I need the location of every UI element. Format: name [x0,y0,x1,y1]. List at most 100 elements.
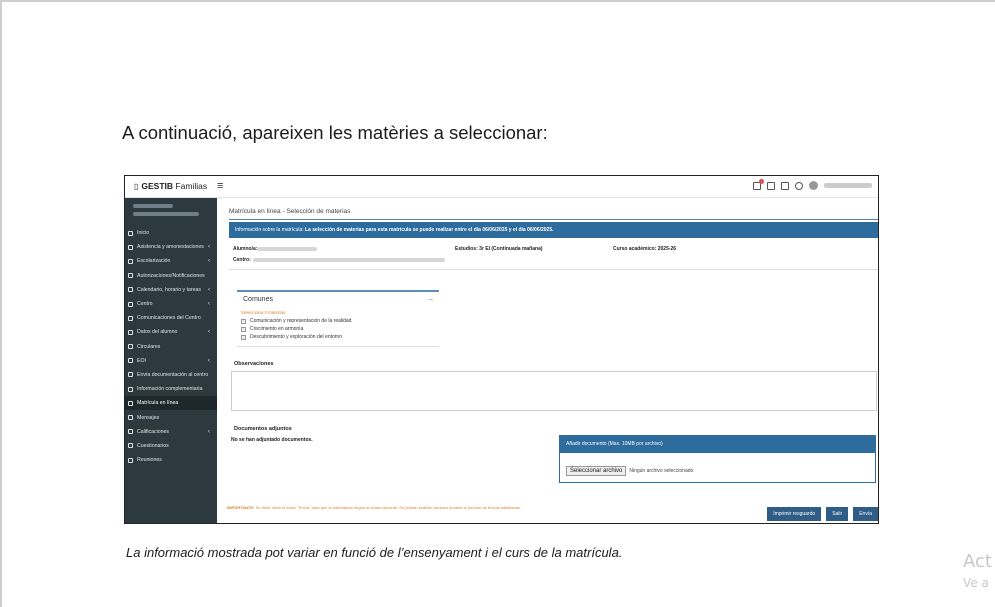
chevron-left-icon: ‹ [208,244,210,251]
chevron-left-icon: ‹ [208,357,210,364]
sidebar-item[interactable]: Mensajes [125,410,217,424]
sidebar-item-label: Centro [137,301,153,308]
sidebar-item[interactable]: Matrícula en línea [125,396,217,411]
sidebar-item-label: Asistencia y amonestaciones [137,244,204,251]
logo-icon: ▯ [134,182,139,191]
action-buttons: Imprimir resguardo Salir Envía [767,507,878,521]
subject-option[interactable]: Descubrimiento y exploración del entorno [241,334,342,340]
document-caption: La informació mostrada pot variar en fun… [126,545,623,560]
watermark-line-1: Act [963,551,992,572]
sidebar-item[interactable]: EOI ‹ [125,354,217,368]
chevron-left-icon: ‹ [208,286,210,293]
embedded-screenshot: ▯ GESTIB Familias ≡ Inicio Asistencia y am… [124,175,879,524]
sidebar-item-icon [128,429,133,435]
subject-option[interactable]: Comunicación y representación de la real… [241,318,351,324]
redacted-user-name [133,204,173,208]
documentos-label: Documentos adjuntos [234,426,292,432]
sidebar-item[interactable]: Envía documentación al centro [125,368,217,382]
subject-checkbox[interactable] [241,326,246,332]
redacted-student-name [257,247,317,251]
sidebar-item-icon [128,329,133,335]
sidebar-item-label: Calificaciones [137,428,170,435]
subject-checkbox[interactable] [241,334,246,340]
collapse-icon[interactable]: – [429,295,433,304]
no-file-text: Ningún archivo seleccionado [629,468,694,474]
sidebar-item-icon [128,258,133,264]
sidebar-menu: Inicio Asistencia y amonestaciones ‹ Escola… [125,226,217,467]
notifications-icon[interactable] [753,178,764,190]
chevron-left-icon: ‹ [208,428,210,435]
chevron-left-icon: ‹ [208,258,210,265]
sidebar-item-label: Circulares [137,343,161,350]
print-receipt-button[interactable]: Imprimir resguardo [767,507,822,521]
redacted-centre-name [253,258,445,262]
sidebar: Inicio Asistencia y amonestaciones ‹ Escola… [125,198,217,523]
sidebar-item[interactable]: Asistencia y amonestaciones ‹ [125,240,217,254]
user-avatar[interactable] [809,181,818,190]
upload-header: Añadir documento (Max. 10MB por archivo) [560,436,875,453]
no-documents-text: No se han adjuntado documentos. [231,437,313,443]
hamburger-menu-icon[interactable]: ≡ [217,180,223,192]
sidebar-item[interactable]: Inicio [125,226,217,240]
sidebar-item-icon [128,457,133,463]
sidebar-item[interactable]: Cuestionarios [125,439,217,453]
sidebar-item[interactable]: Escolarización ‹ [125,254,217,268]
sidebar-item[interactable]: Información complementaria [125,382,217,396]
breadcrumb: Matrícula en línea - Selección de materi… [229,208,351,215]
select-hint: Selecciona 3 materias [241,310,286,315]
divider [229,219,878,220]
sidebar-item-icon [128,273,133,279]
app-logo[interactable]: ▯ GESTIB Familias [134,181,207,191]
sidebar-item[interactable]: Circulares [125,340,217,354]
checklist-icon[interactable] [781,181,789,190]
select-file-button[interactable]: Seleccionar archivo [566,466,627,476]
sidebar-item-icon [128,287,133,293]
sidebar-item[interactable]: Comunicaciones del Centro [125,311,217,325]
sidebar-item[interactable]: Datos del alumno ‹ [125,325,217,339]
curso-text: Curso académico: 2025-26 [613,246,677,252]
important-note: IMPORTANTE: Se debe clicar el botón "Env… [227,505,522,510]
sidebar-item[interactable]: Calificaciones ‹ [125,425,217,439]
sidebar-item[interactable]: Autorizaciones/Notificaciones [125,269,217,283]
sidebar-item-label: Información complementaria [137,386,203,393]
sidebar-item-label: Mensajes [137,414,160,421]
upload-body: Seleccionar archivo Ningún archivo selec… [560,453,875,489]
document-heading: A continuació, apareixen les matèries a … [122,122,548,143]
subject-checkbox[interactable] [241,318,246,324]
document-icon[interactable] [767,181,775,190]
sidebar-item-label: Datos del alumno [137,329,178,336]
observaciones-textarea[interactable] [231,371,877,411]
alumno-label: Alumno/a: [233,246,258,252]
sidebar-item-icon [128,386,133,392]
sidebar-item-label: Comunicaciones del Centro [137,315,201,322]
upload-panel: Añadir documento (Max. 10MB por archivo)… [559,435,876,483]
send-button[interactable]: Envía [853,507,878,521]
sidebar-item-label: Inicio [137,230,150,237]
watermark-line-2: Ve a [963,576,989,590]
sidebar-item-label: Escolarización [137,258,171,265]
exit-button[interactable]: Salir [826,507,849,521]
sidebar-item-label: EOI [137,357,146,364]
comunes-panel: Comunes – Selecciona 3 materias Comunica… [237,290,439,347]
sidebar-item-icon [128,415,133,421]
enrolment-info-banner: Información sobre la matrícula: La selec… [229,222,878,238]
settings-icon[interactable] [795,181,803,190]
sidebar-item-icon [128,244,133,250]
sidebar-item-label: Autorizaciones/Notificaciones [137,272,205,279]
main-content: Matrícula en línea - Selección de materi… [217,198,878,523]
sidebar-item-icon [128,301,133,307]
sidebar-item-label: Matrícula en línea [137,400,179,407]
chevron-left-icon: ‹ [208,329,210,336]
user-name-redacted[interactable] [824,183,872,188]
sidebar-item-icon [128,358,133,364]
sidebar-user-info [125,198,217,226]
sidebar-item[interactable]: Reuniones [125,453,217,467]
sidebar-item-icon [128,372,133,378]
estudios-text: Estudios: 3r EI (Continuada mañana) [455,246,543,252]
sidebar-item[interactable]: Centro ‹ [125,297,217,311]
sidebar-item-icon [128,315,133,321]
subject-option[interactable]: Crecimiento en armonía [241,326,303,332]
sidebar-item-icon [128,344,133,350]
top-bar: ▯ GESTIB Familias ≡ [125,176,878,198]
sidebar-item[interactable]: Calendario, horario y tareas ‹ [125,283,217,297]
